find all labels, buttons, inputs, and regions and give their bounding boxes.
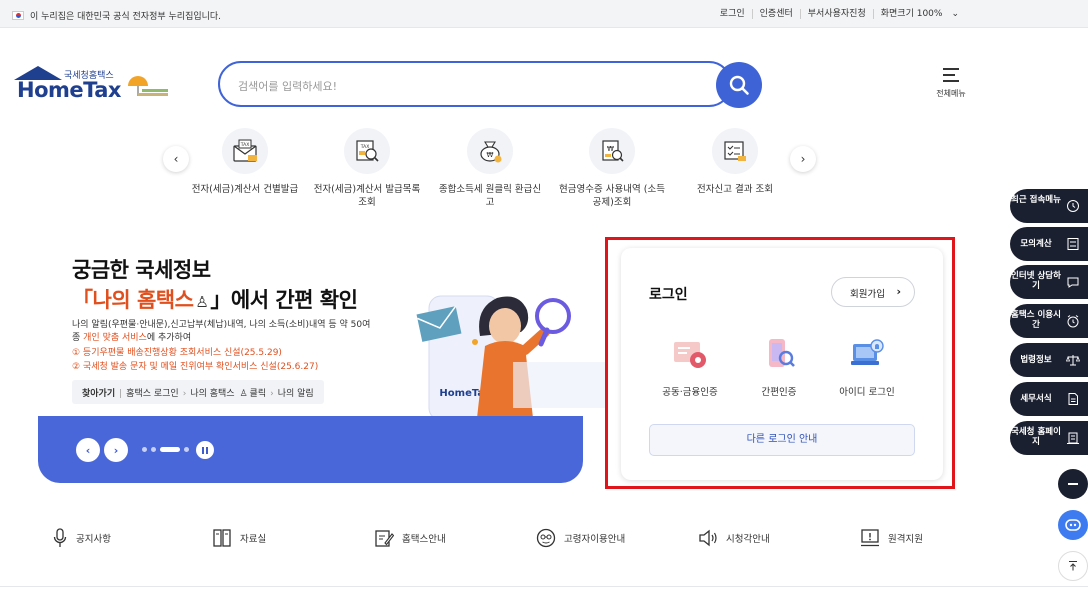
bottom-menu-audiovisual[interactable]: 시청각안내 xyxy=(698,528,770,548)
arrow-up-icon xyxy=(1069,561,1077,571)
side-internet-consult[interactable]: 인터넷 상담하기 xyxy=(1010,265,1088,299)
alarm-icon xyxy=(1067,315,1079,328)
scale-icon xyxy=(1066,355,1080,366)
banner-prev-button[interactable]: ‹ xyxy=(76,438,100,462)
quick-item-invoice-list[interactable]: TAX 전자(세금)계산서 발급목록 조회 xyxy=(312,128,422,209)
other-login-guide-button[interactable]: 다른 로그인 안내 xyxy=(649,424,915,456)
bottom-menu-notice[interactable]: 공지사항 xyxy=(52,528,111,548)
side-nts-homepage[interactable]: 국세청 홈페이지 xyxy=(1010,421,1088,455)
side-tax-forms[interactable]: 세무서식 xyxy=(1010,382,1088,416)
login-option-certificate[interactable]: 공동·금융인증 xyxy=(645,336,735,398)
id-login-icon xyxy=(851,339,884,365)
join-button[interactable]: 회원가입 › xyxy=(831,277,915,307)
receipt-search-icon: ₩ xyxy=(602,140,624,162)
chatbot-button[interactable] xyxy=(1058,510,1088,540)
chatbot-icon xyxy=(1065,519,1081,531)
checklist-icon xyxy=(724,141,746,161)
document-icon xyxy=(1068,393,1078,405)
search-icon xyxy=(729,75,749,95)
path-guide: 찾아가기 | 홈택스 로그인 › 나의 홈택스 ♙ 클릭 › 나의 알림 xyxy=(72,380,324,404)
top-bar: 이 누리집은 대한민국 공식 전자정부 누리집입니다. 로그인 인증센터 부서사… xyxy=(0,0,1088,28)
tax-list-search-icon: TAX xyxy=(356,140,379,162)
guide-icon xyxy=(375,530,394,547)
korea-flag-icon xyxy=(12,11,24,20)
login-option-id[interactable]: 아이디 로그인 xyxy=(822,336,912,398)
calculator-icon xyxy=(1067,238,1079,250)
banner-title: 궁금한 국세정보 xyxy=(72,258,211,282)
svg-text:₩: ₩ xyxy=(607,145,614,153)
chat-icon xyxy=(1067,277,1079,288)
banner-illustration: HomeTax xyxy=(416,295,605,418)
side-mock-calc[interactable]: 모의계산 xyxy=(1010,227,1088,261)
hometax-logo[interactable]: 국세청홈택스 HomeTax xyxy=(12,66,168,106)
top-links: 로그인 인증센터 부서사용자진청 화면크기 100% ⌄ xyxy=(713,9,966,19)
chevron-right-icon: › xyxy=(896,285,901,298)
clock-icon xyxy=(1067,200,1079,212)
minus-icon xyxy=(1068,483,1078,485)
login-title: 로그인 xyxy=(649,287,688,303)
logo-illustration-icon xyxy=(128,76,168,96)
all-menu-button[interactable]: 전체메뉴 xyxy=(928,68,974,99)
side-hometax-hours[interactable]: 홈택스 이용시간 xyxy=(1010,304,1088,338)
login-option-simple-auth[interactable]: 간편인증 xyxy=(734,336,824,398)
banner-description: 나의 알림(우편물·안내문),신고납부(체납)내역, 나의 소득(소비)내역 등… xyxy=(72,320,371,343)
bottom-menu-library[interactable]: 자료실 xyxy=(212,528,266,548)
top-link-login[interactable]: 로그인 xyxy=(713,9,752,19)
quick-item-cash-receipt[interactable]: ₩ 현금영수증 사용내역 (소득공제)조회 xyxy=(557,128,667,209)
simple-auth-icon xyxy=(769,339,795,367)
svg-text:₩: ₩ xyxy=(487,151,494,159)
speaker-icon xyxy=(699,529,717,547)
quick-menu-next-button[interactable]: › xyxy=(790,146,816,172)
senior-icon xyxy=(536,528,556,548)
banner-notes: ① 등기우편물 배송진행상황 조회서비스 신설(25.5.29) ② 국세청 발… xyxy=(72,348,319,372)
quick-item-income-refund[interactable]: ₩ 종합소득세 원클릭 환급신고 xyxy=(435,128,545,209)
side-recent-menu[interactable]: 최근 접속메뉴 xyxy=(1010,189,1088,223)
quick-item-efile-result[interactable]: 전자신고 결과 조회 xyxy=(680,128,790,196)
footer-divider xyxy=(0,586,1088,587)
person-bell-icon: ♙ xyxy=(195,293,209,311)
side-collapse-button[interactable] xyxy=(1058,469,1088,499)
banner-next-button[interactable]: › xyxy=(104,438,128,462)
certificate-icon xyxy=(674,342,706,368)
top-link-dept-user[interactable]: 부서사용자진청 xyxy=(799,9,873,19)
chevron-down-icon[interactable]: ⌄ xyxy=(949,9,966,19)
top-link-cert-center[interactable]: 인증센터 xyxy=(751,9,800,19)
zoom-select[interactable]: 화면크기 100% xyxy=(872,9,950,19)
tax-invoice-icon: TAX xyxy=(233,139,257,162)
bottom-menu-remote-support[interactable]: 원격지원 xyxy=(860,528,923,548)
gov-notice: 이 누리집은 대한민국 공식 전자정부 누리집입니다. xyxy=(12,9,221,22)
bottom-menu-senior[interactable]: 고령자이용안내 xyxy=(536,528,625,548)
person-icon: ♙ xyxy=(239,389,248,399)
refund-bag-icon: ₩ xyxy=(480,141,502,163)
svg-text:TAX: TAX xyxy=(240,142,250,148)
building-icon xyxy=(1067,432,1079,444)
remote-support-icon xyxy=(861,529,879,547)
svg-text:TAX: TAX xyxy=(360,144,370,150)
side-law-info[interactable]: 법령정보 xyxy=(1010,343,1088,377)
quick-menu-prev-button[interactable]: ‹ xyxy=(163,146,189,172)
microphone-icon xyxy=(53,528,67,547)
banner-pagination[interactable] xyxy=(142,447,189,452)
banner-subtitle: 「나의 홈택스 ♙」에서 간편 확인 xyxy=(72,288,358,312)
banner-pause-button[interactable] xyxy=(196,441,214,459)
bottom-menu-guide[interactable]: 홈택스안내 xyxy=(374,528,446,548)
scroll-top-button[interactable] xyxy=(1058,551,1088,581)
quick-item-invoice-issue[interactable]: TAX 전자(세금)계산서 건별발급 xyxy=(190,128,300,196)
search-input[interactable]: 검색어를 입력하세요! xyxy=(238,78,337,94)
search-button[interactable] xyxy=(716,62,762,108)
search-box[interactable]: 검색어를 입력하세요! xyxy=(218,61,732,107)
binder-icon xyxy=(213,529,231,547)
hamburger-icon xyxy=(943,68,959,82)
